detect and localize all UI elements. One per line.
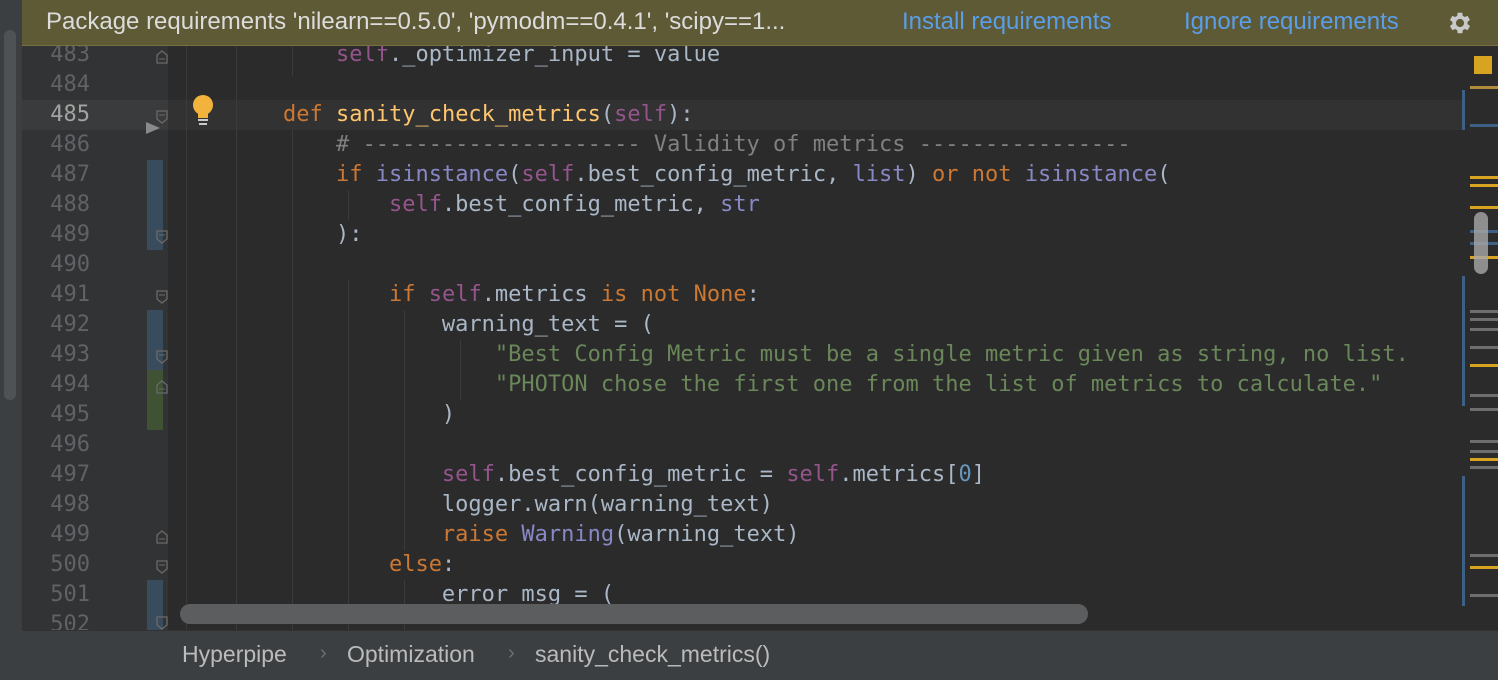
breakpoint-arrow-icon [146,122,160,134]
vcs-added-marker[interactable] [147,370,163,430]
line-number: 494 [50,372,90,397]
fold-end-icon[interactable] [156,50,168,64]
line-number: 495 [50,402,90,427]
chevron-right-icon: › [320,642,327,664]
line-number: 501 [50,582,90,607]
fold-collapse-icon[interactable] [156,616,168,630]
line-number: 499 [50,522,90,547]
line-number: 490 [50,252,90,277]
code-line[interactable]: self.best_config_metric = self.metrics[0… [230,460,985,490]
line-number: 492 [50,312,90,337]
code-line[interactable]: ) [230,400,455,430]
line-number: 483 [50,46,90,67]
code-editor[interactable]: 483 484 485 486 487 488 489 490 491 492 … [22,46,1498,630]
project-scrollbar[interactable] [4,30,16,400]
code-line[interactable]: ): [230,220,363,250]
line-number: 487 [50,162,90,187]
breadcrumb-item-function[interactable]: sanity_check_metrics() [535,641,770,668]
error-stripe[interactable] [1462,46,1498,630]
fold-collapse-icon[interactable] [156,560,168,574]
fold-collapse-icon[interactable] [156,290,168,304]
code-line[interactable]: self._optimizer_input = value [230,46,720,70]
inspection-status-icon[interactable] [1474,56,1492,74]
line-number: 502 [50,612,90,630]
code-line[interactable]: logger.warn(warning_text) [230,490,773,520]
code-line[interactable]: "Best Config Metric must be a single met… [230,340,1409,370]
code-line[interactable]: def sanity_check_metrics(self): [230,100,694,130]
vertical-scrollbar-thumb[interactable] [1474,212,1488,274]
line-number: 500 [50,552,90,577]
code-line[interactable]: if isinstance(self.best_config_metric, l… [230,160,1171,190]
code-line[interactable]: "PHOTON chose the first one from the lis… [230,370,1382,400]
fold-end-icon[interactable] [156,230,168,244]
line-number: 497 [50,462,90,487]
line-number: 489 [50,222,90,247]
horizontal-scrollbar-thumb[interactable] [180,604,1088,624]
line-number: 491 [50,282,90,307]
line-number: 493 [50,342,90,367]
install-requirements-link[interactable]: Install requirements [902,8,1111,36]
line-number: 496 [50,432,90,457]
fold-collapse-icon[interactable] [156,350,168,364]
code-line[interactable]: self.best_config_metric, str [230,190,760,220]
lightbulb-icon[interactable] [190,94,216,128]
breadcrumb-item-optimization[interactable]: Optimization [347,641,475,668]
gear-icon[interactable] [1446,9,1474,37]
ignore-requirements-link[interactable]: Ignore requirements [1184,8,1399,36]
code-line[interactable]: # --------------------- Validity of metr… [230,130,1131,160]
breadcrumb: Hyperpipe › Optimization › sanity_check_… [22,630,1498,680]
tool-window-strip [0,0,22,680]
line-number-current: 485 [50,102,90,127]
line-number: 484 [50,72,90,97]
fold-end-icon[interactable] [156,530,168,544]
code-line[interactable]: raise Warning(warning_text) [230,520,800,550]
fold-end-icon[interactable] [156,380,168,394]
line-number: 498 [50,492,90,517]
line-number: 488 [50,192,90,217]
code-line[interactable]: warning_text = ( [230,310,654,340]
banner-message: Package requirements 'nilearn==0.5.0', '… [46,8,786,35]
code-line[interactable]: if self.metrics is not None: [230,280,760,310]
chevron-right-icon: › [508,642,515,664]
line-number: 486 [50,132,90,157]
breadcrumb-item-hyperpipe[interactable]: Hyperpipe [182,641,287,668]
requirements-banner: Package requirements 'nilearn==0.5.0', '… [22,0,1498,46]
code-line[interactable]: else: [230,550,455,580]
